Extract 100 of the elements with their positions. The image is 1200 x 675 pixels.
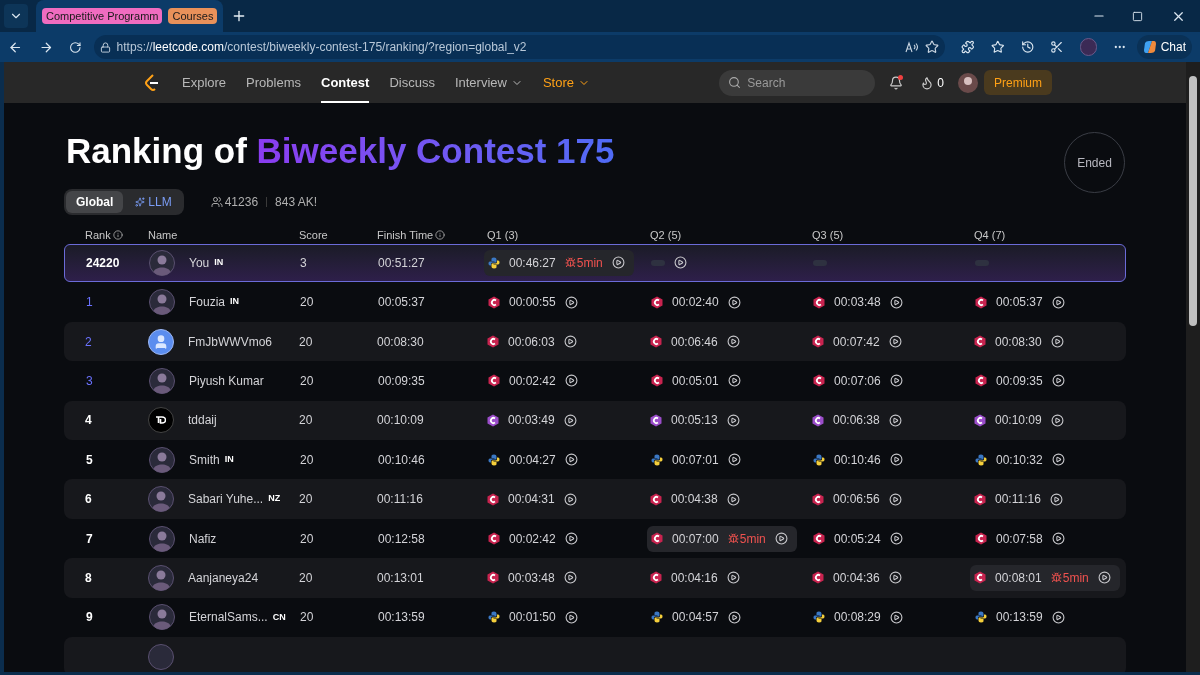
play-icon[interactable]: [611, 256, 625, 269]
username[interactable]: tddaij: [188, 411, 217, 430]
python-icon: [975, 453, 987, 466]
view-tab[interactable]: Global: [66, 191, 124, 213]
play-icon[interactable]: [1050, 413, 1064, 427]
premium-button[interactable]: Premium: [984, 70, 1052, 95]
code-language-icon: [651, 374, 663, 388]
play-icon[interactable]: [564, 374, 578, 388]
play-icon[interactable]: [563, 571, 577, 585]
submission-time: 00:06:03: [508, 333, 555, 351]
finish-time: 00:10:46: [378, 451, 426, 469]
notification-icon[interactable]: [889, 75, 904, 90]
nav-link[interactable]: Contest: [321, 62, 370, 103]
history-icon[interactable]: [1020, 40, 1035, 54]
play-icon[interactable]: [564, 610, 578, 624]
play-icon[interactable]: [727, 374, 741, 388]
play-icon[interactable]: [726, 492, 740, 506]
submission-time: 00:10:32: [996, 451, 1043, 469]
code-language-icon: [974, 492, 986, 506]
column-header: Score: [299, 228, 328, 243]
play-icon[interactable]: [888, 571, 902, 585]
play-icon[interactable]: [889, 453, 903, 467]
info-icon[interactable]: [435, 230, 446, 241]
info-icon[interactable]: [112, 230, 123, 241]
play-icon[interactable]: [1051, 532, 1065, 546]
play-icon[interactable]: [727, 610, 741, 624]
submission-time: 00:07:00: [672, 530, 719, 548]
play-icon[interactable]: [726, 335, 740, 349]
play-icon[interactable]: [564, 453, 578, 467]
nav-link[interactable]: Store: [542, 62, 590, 103]
favorite-icon[interactable]: [925, 40, 940, 54]
rank: 5: [85, 451, 94, 469]
play-icon[interactable]: [888, 492, 902, 506]
username[interactable]: Aanjaneya24: [188, 568, 259, 587]
reload-icon[interactable]: [69, 40, 82, 54]
scrollbar-thumb[interactable]: [1189, 76, 1197, 326]
play-icon[interactable]: [726, 413, 740, 427]
nav-link[interactable]: Interview: [454, 62, 523, 103]
code-language-icon: [650, 413, 662, 427]
play-icon[interactable]: [563, 335, 577, 349]
address-bar[interactable]: https://leetcode.com/contest/biweekly-contest-175/ranking/?region=global_v2: [93, 35, 946, 59]
copilot-icon: [1142, 40, 1157, 54]
streak-icon[interactable]: [920, 75, 935, 90]
play-icon[interactable]: [564, 532, 578, 546]
code-language-icon: [651, 295, 663, 309]
play-icon[interactable]: [563, 413, 577, 427]
play-icon[interactable]: [1051, 295, 1065, 309]
site-logo[interactable]: [144, 73, 160, 92]
view-tab[interactable]: LLM: [125, 191, 182, 213]
play-icon[interactable]: [889, 532, 903, 546]
read-aloud-icon[interactable]: [905, 41, 920, 53]
play-icon[interactable]: [564, 295, 578, 309]
play-icon[interactable]: [1051, 453, 1065, 467]
play-icon[interactable]: [888, 413, 902, 427]
nav-link[interactable]: Discuss: [389, 62, 435, 103]
score: 20: [299, 569, 314, 587]
play-icon[interactable]: [1051, 374, 1065, 388]
play-icon[interactable]: [774, 532, 788, 546]
play-icon[interactable]: [889, 295, 903, 309]
restore-icon[interactable]: [1132, 10, 1143, 22]
play-icon[interactable]: [1050, 335, 1064, 349]
tab-group-label[interactable]: Courses: [168, 8, 218, 24]
tab-list-button[interactable]: [4, 4, 28, 28]
play-icon[interactable]: [563, 492, 577, 506]
search-field[interactable]: Search: [719, 69, 876, 96]
username[interactable]: Sabari Yuhe...: [188, 490, 264, 509]
play-icon[interactable]: [889, 374, 903, 388]
code-language-icon: [813, 532, 825, 546]
username[interactable]: Smith: [189, 450, 220, 469]
username[interactable]: Piyush Kumar: [189, 371, 264, 390]
username[interactable]: Fouzia: [189, 293, 226, 312]
code-language-icon: [650, 492, 662, 506]
play-icon[interactable]: [727, 295, 741, 309]
play-icon[interactable]: [674, 256, 687, 269]
submission-time: 00:05:24: [834, 530, 881, 548]
play-icon[interactable]: [726, 571, 740, 585]
tab-group-label[interactable]: Competitive Programm: [42, 8, 163, 24]
code-language-icon: [487, 335, 499, 349]
code-language-icon: [974, 571, 986, 585]
play-icon[interactable]: [1097, 571, 1111, 585]
play-icon[interactable]: [1051, 610, 1065, 624]
username[interactable]: You: [189, 253, 210, 272]
favorites-icon[interactable]: [991, 40, 1005, 54]
code-language-icon: [487, 492, 499, 506]
nav-link[interactable]: Explore: [182, 62, 227, 103]
play-icon[interactable]: [727, 453, 741, 467]
user-avatar[interactable]: [958, 72, 978, 93]
submission-time: 00:13:59: [996, 609, 1043, 627]
submission-time: 00:04:31: [508, 491, 555, 509]
play-icon[interactable]: [889, 610, 903, 624]
chat-button[interactable]: Chat: [1136, 35, 1192, 59]
submission-time: 00:02:40: [672, 294, 719, 312]
username[interactable]: FmJbWWVmo6: [188, 332, 272, 351]
username[interactable]: EternalSams...: [189, 608, 268, 627]
play-icon[interactable]: [888, 335, 902, 349]
play-icon[interactable]: [1049, 492, 1063, 506]
submission-time: 00:04:27: [509, 451, 556, 469]
extensions-icon[interactable]: [961, 40, 975, 54]
username[interactable]: Nafiz: [189, 529, 217, 548]
nav-link[interactable]: Problems: [246, 62, 301, 103]
